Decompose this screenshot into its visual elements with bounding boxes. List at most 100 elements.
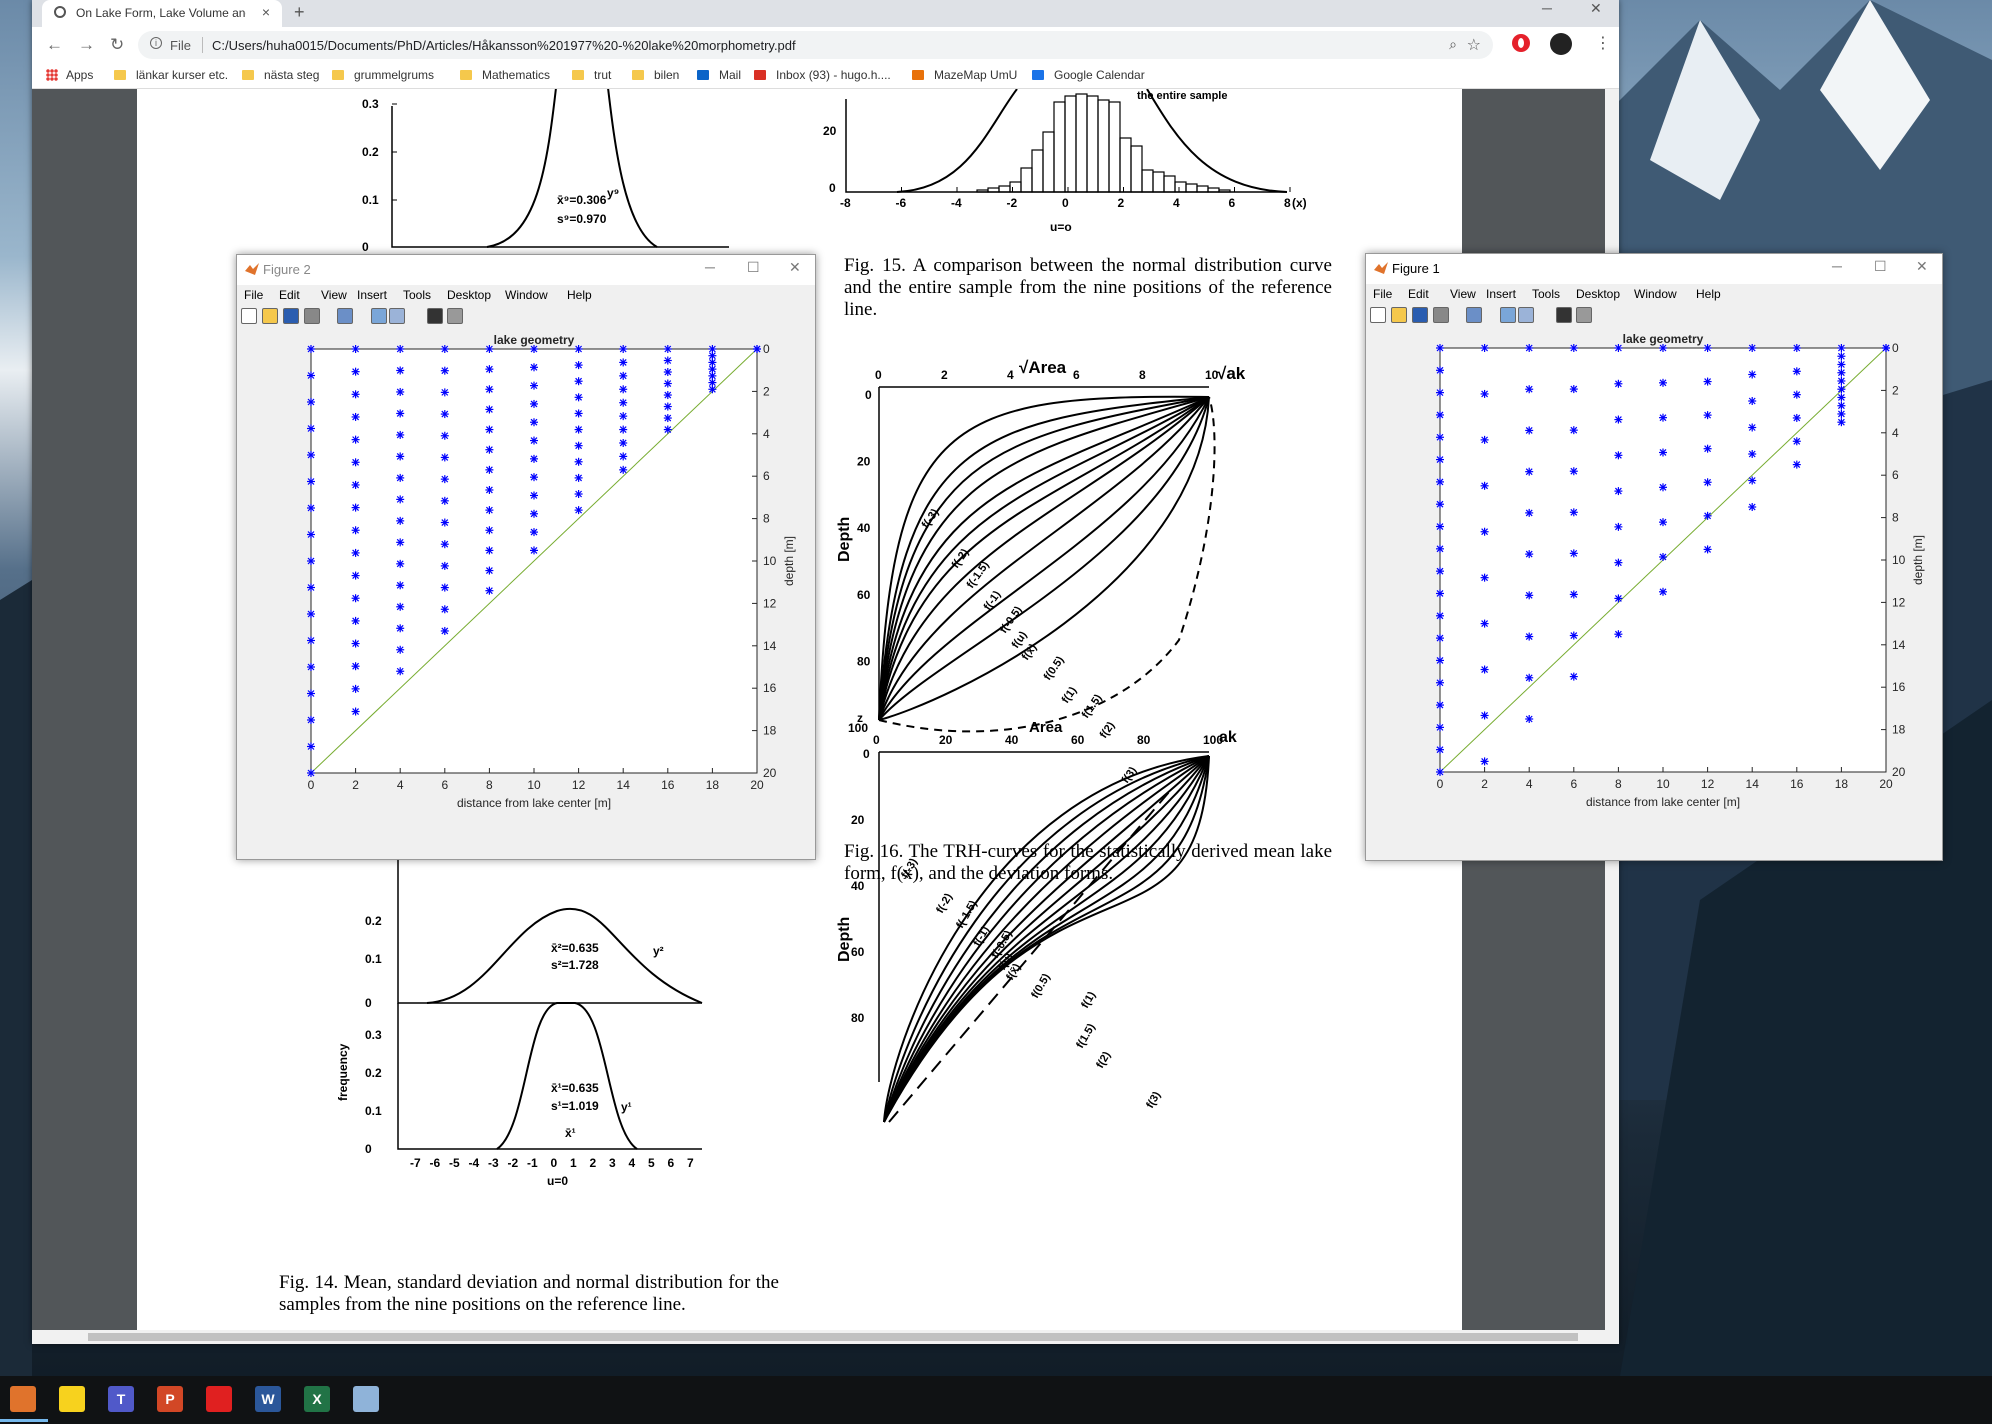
link-icon[interactable] <box>337 308 353 324</box>
bookmark-2[interactable]: nästa steg <box>242 68 319 82</box>
fig15-ytick: 20 <box>823 124 837 138</box>
figure-plot-area[interactable]: lake geometry 0 2 4 6 8 10 12 14 16 18 20 0 2 4 6 8 10 12 1… <box>237 327 815 859</box>
bookmark-10[interactable]: Google Calendar <box>1032 68 1145 82</box>
menu-help[interactable]: Help <box>567 288 592 302</box>
data-point-marker <box>1703 377 1712 386</box>
word-icon[interactable]: W <box>255 1386 281 1412</box>
legend-icon[interactable] <box>1518 307 1534 323</box>
bookmark-1[interactable]: länkar kurser etc. <box>114 68 228 82</box>
matlab-icon <box>1374 262 1388 274</box>
x-tick-label: 20 <box>750 778 764 792</box>
folder-icon <box>572 70 584 80</box>
menu-window[interactable]: Window <box>1634 287 1677 301</box>
bookmark-9[interactable]: MazeMap UmU <box>912 68 1017 82</box>
forward-icon[interactable]: → <box>78 35 95 55</box>
bookmark-8[interactable]: Inbox (93) - hugo.h.... <box>754 68 891 82</box>
tab-close-icon[interactable]: × <box>262 4 270 20</box>
pointer-icon[interactable] <box>1556 307 1572 323</box>
bookmark-star-icon[interactable]: ☆ <box>1467 35 1481 55</box>
fig14-y2-ytick: 0 <box>365 996 372 1010</box>
bookmark-4[interactable]: Mathematics <box>460 68 550 82</box>
fig14-xtick: -6 <box>430 1156 441 1170</box>
menu-view[interactable]: View <box>321 288 347 302</box>
new-tab-button[interactable]: + <box>294 2 305 23</box>
figure-titlebar[interactable]: Figure 2 ─ ☐ ✕ <box>237 255 815 285</box>
menu-window[interactable]: Window <box>505 288 548 302</box>
bookmark-3[interactable]: grummelgrums <box>332 68 434 82</box>
trh1-end-label: √ak <box>1217 364 1246 383</box>
data-point-marker <box>574 490 583 499</box>
data-point-marker <box>351 390 360 399</box>
powerpoint-icon[interactable]: P <box>157 1386 183 1412</box>
figure-plot-area[interactable]: lake geometry 0 2 4 6 8 10 12 14 16 18 20 0 2 4 6 8 10 12 1… <box>1366 326 1942 860</box>
bookmark-5[interactable]: trut <box>572 68 611 82</box>
data-point-marker <box>1436 344 1444 352</box>
scroll-thumb[interactable] <box>88 1333 1578 1341</box>
pointer-icon[interactable] <box>427 308 443 324</box>
data-point-marker <box>1525 632 1534 641</box>
minimize-icon[interactable]: ─ <box>705 259 715 275</box>
maximize-icon[interactable]: ☐ <box>1874 258 1887 275</box>
menu-help[interactable]: Help <box>1696 287 1721 301</box>
menu-edit[interactable]: Edit <box>1408 287 1429 301</box>
new-figure-icon[interactable] <box>1370 307 1386 323</box>
maximize-icon[interactable]: ☐ <box>747 259 760 276</box>
open-icon[interactable] <box>262 308 278 324</box>
menu-desktop[interactable]: Desktop <box>447 288 491 302</box>
url-text[interactable]: C:/Users/huha0015/Documents/PhD/Articles… <box>212 38 796 53</box>
close-icon[interactable]: ✕ <box>789 259 801 276</box>
print-icon[interactable] <box>1433 307 1449 323</box>
colorbar-icon[interactable] <box>1500 307 1516 323</box>
new-figure-icon[interactable] <box>241 308 257 324</box>
matlab-icon[interactable] <box>0 1386 48 1422</box>
horizontal-scrollbar[interactable] <box>32 1330 1619 1344</box>
bookmark-0[interactable]: Apps <box>46 68 93 82</box>
opera-extension-icon[interactable] <box>1512 34 1530 52</box>
menu-insert[interactable]: Insert <box>1486 287 1516 301</box>
link-icon[interactable] <box>1466 307 1482 323</box>
menu-tools[interactable]: Tools <box>403 288 431 302</box>
print-icon[interactable] <box>304 308 320 324</box>
teams-icon[interactable]: T <box>108 1386 134 1412</box>
acrobat-icon[interactable] <box>206 1386 232 1412</box>
close-window-icon[interactable]: ✕ <box>1590 0 1602 17</box>
property-icon[interactable] <box>1576 307 1592 323</box>
colorbar-icon[interactable] <box>371 308 387 324</box>
back-icon[interactable]: ← <box>46 35 63 55</box>
minimize-icon[interactable]: ─ <box>1832 258 1842 274</box>
save-icon[interactable] <box>283 308 299 324</box>
profile-avatar[interactable] <box>1550 33 1572 55</box>
menu-edit[interactable]: Edit <box>279 288 300 302</box>
save-icon[interactable] <box>1412 307 1428 323</box>
reload-icon[interactable]: ↻ <box>110 35 124 55</box>
excel-icon[interactable]: X <box>304 1386 330 1412</box>
property-icon[interactable] <box>447 308 463 324</box>
trh1-curve-label: f(1) <box>1060 685 1080 706</box>
data-point-marker <box>1436 611 1444 620</box>
matlab-figure-1-window[interactable]: Figure 1 ─ ☐ ✕ File Edit View Insert Tools Deskto… <box>1365 253 1943 861</box>
close-icon[interactable]: ✕ <box>1916 258 1928 275</box>
menu-insert[interactable]: Insert <box>357 288 387 302</box>
top-left-ytick: 0 <box>362 240 369 254</box>
bookmark-7[interactable]: Mail <box>697 68 741 82</box>
minimize-icon[interactable]: ─ <box>1542 0 1552 16</box>
bookmark-6[interactable]: bilen <box>632 68 679 82</box>
tab-pdf[interactable]: On Lake Form, Lake Volume and × <box>42 0 282 27</box>
address-bar[interactable]: i File C:/Users/huha0015/Documents/PhD/A… <box>138 31 1493 59</box>
data-point-marker <box>1525 426 1534 435</box>
fig15-histogram-bar <box>1097 99 1110 193</box>
figure-titlebar[interactable]: Figure 1 ─ ☐ ✕ <box>1366 254 1942 284</box>
zoom-icon[interactable]: ⌕ <box>1449 36 1457 53</box>
paint-icon[interactable] <box>353 1386 379 1412</box>
menu-icon[interactable]: ⋮ <box>1595 33 1611 53</box>
menu-view[interactable]: View <box>1450 287 1476 301</box>
legend-icon[interactable] <box>389 308 405 324</box>
menu-tools[interactable]: Tools <box>1532 287 1560 301</box>
open-icon[interactable] <box>1391 307 1407 323</box>
menu-desktop[interactable]: Desktop <box>1576 287 1620 301</box>
matlab-figure-2-window[interactable]: Figure 2 ─ ☐ ✕ File Edit View Insert Tools Deskto… <box>236 254 816 860</box>
menu-file[interactable]: File <box>1373 287 1392 301</box>
sticky-notes-icon[interactable] <box>59 1386 85 1412</box>
info-icon[interactable]: i <box>150 37 162 49</box>
menu-file[interactable]: File <box>244 288 263 302</box>
